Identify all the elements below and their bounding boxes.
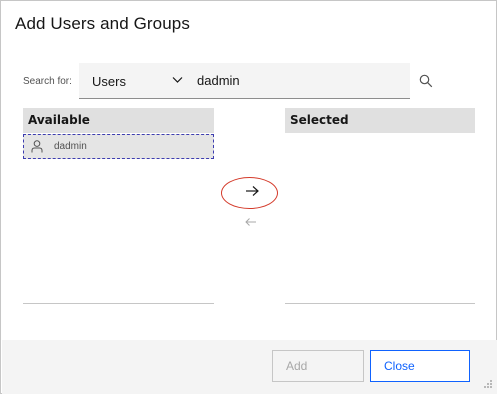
available-list-divider [23, 303, 214, 304]
list-item-dadmin[interactable]: dadmin [23, 134, 214, 159]
search-for-label: Search for: [23, 76, 72, 87]
search-type-value: Users [92, 74, 126, 89]
add-button[interactable]: Add [272, 350, 364, 382]
selected-list-divider [285, 303, 475, 304]
search-type-select[interactable]: Users [79, 63, 195, 99]
available-list: Available dadmin [23, 108, 214, 304]
dialog-footer: Add Close [2, 340, 497, 394]
search-field [183, 63, 410, 99]
add-users-groups-dialog: Add Users and Groups Search for: Users A… [0, 0, 497, 394]
selected-list: Selected [285, 108, 475, 304]
list-item-label: dadmin [54, 141, 87, 152]
available-header: Available [23, 108, 214, 133]
search-input[interactable] [183, 63, 410, 98]
close-button[interactable]: Close [370, 350, 470, 382]
dialog-title: Add Users and Groups [15, 14, 190, 33]
selected-header: Selected [285, 108, 475, 133]
search-icon[interactable] [419, 74, 433, 88]
arrow-left-icon[interactable] [244, 216, 258, 228]
resize-handle-icon[interactable] [483, 379, 493, 389]
highlight-ring [221, 177, 278, 209]
user-icon [31, 140, 43, 153]
chevron-down-icon [172, 77, 183, 83]
search-row: Search for: Users [23, 63, 443, 99]
